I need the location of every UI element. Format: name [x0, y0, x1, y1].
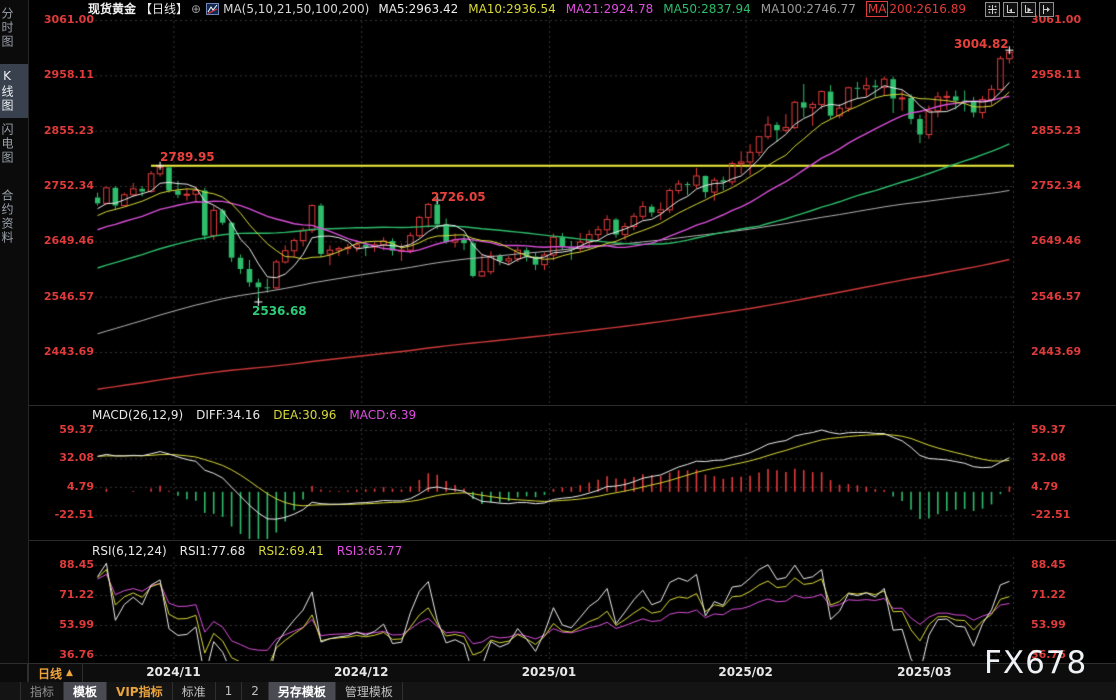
topbar: 现货黄金 【日线】 ⊕ MA(5,10,21,50,100,200) MA5:2… — [28, 0, 1116, 17]
tab-indicator[interactable]: 指标 — [20, 682, 64, 700]
month-label: 2025/01 — [514, 665, 584, 679]
macd-axis-label: 4.79 — [1031, 481, 1088, 493]
price-chart-canvas[interactable] — [0, 0, 1116, 700]
macd-axis-label: 32.08 — [1031, 452, 1088, 464]
panel-separator — [28, 540, 1116, 541]
rsi-formula: RSI(6,12,24) — [92, 544, 167, 558]
jump-latest-icon[interactable] — [1039, 2, 1054, 17]
mini-chart-icon[interactable] — [206, 3, 219, 15]
rsi-axis-label: 88.45 — [37, 559, 94, 571]
panel-separator — [28, 405, 1116, 406]
main-axis-label: 2546.57 — [1031, 291, 1088, 303]
rsi-axis-label: 53.99 — [37, 619, 94, 631]
triangle-up-icon: ▲ — [66, 668, 73, 678]
main-axis-label: 2443.69 — [1031, 346, 1088, 358]
macd-axis-label: -22.51 — [1031, 509, 1088, 521]
main-axis-label: 2752.34 — [37, 180, 94, 192]
ma-legend-item: MA5:2963.42 — [378, 2, 458, 16]
ma-legend-item: MA200:2616.89 — [866, 2, 976, 16]
trading-app: 分时图 K线图闪电图合约资料 现货黄金 【日线】 ⊕ MA(5,10,21,50,… — [0, 0, 1116, 700]
corner-cell — [0, 663, 28, 682]
tab-contract-info[interactable]: 合约资料 — [0, 184, 28, 250]
tab-manage-template[interactable]: 管理模板 — [336, 682, 403, 700]
add-indicator-icon[interactable]: ⊕ — [191, 2, 201, 16]
rsi1-value: RSI1:77.68 — [180, 544, 246, 558]
main-axis-label: 2855.23 — [1031, 125, 1088, 137]
macd-axis-label: 32.08 — [37, 452, 94, 464]
main-axis-label: 2752.34 — [1031, 180, 1088, 192]
macd-diff-value: DIFF:34.16 — [196, 408, 260, 422]
instrument-title: 现货黄金 — [88, 0, 136, 17]
tab-slot-1[interactable]: 1 — [216, 682, 243, 700]
period-label: 日线 — [38, 665, 62, 682]
macd-header: MACD(26,12,9) DIFF:34.16 DEA:30.96 MACD:… — [92, 408, 416, 422]
axis-range-icon[interactable] — [1003, 2, 1018, 17]
annotation-resistance-price: 2789.95 — [160, 150, 215, 164]
month-label: 2025/03 — [889, 665, 959, 679]
ma-legend-item: MA21:2924.78 — [566, 2, 654, 16]
ma200-drag-box[interactable]: MA — [866, 1, 889, 17]
macd-formula: MACD(26,12,9) — [92, 408, 183, 422]
main-axis-label: 2958.11 — [37, 69, 94, 81]
main-axis-label: 2649.46 — [1031, 235, 1088, 247]
ma-legend-item: MA10:2936.54 — [468, 2, 556, 16]
topbar-toolbar — [985, 2, 1054, 17]
tab-slot-2[interactable]: 2 — [242, 682, 269, 700]
rsi-axis-label: 53.99 — [1031, 619, 1088, 631]
rsi-axis-label: 71.22 — [1031, 589, 1088, 601]
tab-lightning-chart[interactable]: 闪电图 — [0, 118, 28, 170]
month-label: 2025/02 — [711, 665, 781, 679]
auto-scroll-icon[interactable] — [1021, 2, 1036, 17]
rsi-header: RSI(6,12,24) RSI1:77.68 RSI2:69.41 RSI3:… — [92, 544, 402, 558]
pan-move-icon[interactable] — [985, 2, 1000, 17]
rsi-axis-label: 71.22 — [37, 589, 94, 601]
tab-vip-indicator[interactable]: VIP指标 — [107, 682, 173, 700]
macd-axis-label: 59.37 — [37, 424, 94, 436]
main-axis-label: 2443.69 — [37, 346, 94, 358]
macd-macd-value: MACD:6.39 — [349, 408, 416, 422]
main-axis-label: 2649.46 — [37, 235, 94, 247]
month-label: 2024/11 — [138, 665, 208, 679]
ma-legend-item: MA50:2837.94 — [663, 2, 751, 16]
rsi-axis-label: 88.45 — [1031, 559, 1088, 571]
main-axis-label: 2546.57 — [37, 291, 94, 303]
ma-legend-text: 200:2616.89 — [889, 2, 966, 16]
tab-template[interactable]: 模板 — [64, 682, 107, 700]
tab-kline-chart[interactable]: K线图 — [0, 64, 28, 118]
bottom-tabbar: 指标模板VIP指标标准12另存模板管理模板 — [0, 682, 1116, 700]
macd-axis-label: 4.79 — [37, 481, 94, 493]
ma-legend: MA5:2963.42 MA10:2936.54 MA21:2924.78 MA50:… — [378, 2, 986, 16]
fx678-watermark: FX678 — [984, 645, 1087, 681]
rsi2-value: RSI2:69.41 — [258, 544, 324, 558]
macd-dea-value: DEA:30.96 — [273, 408, 336, 422]
annotation-dec-high-price: 2726.05 — [431, 190, 486, 204]
tab-standard[interactable]: 标准 — [173, 682, 216, 700]
rsi-axis-label: 36.76 — [37, 649, 94, 661]
time-axis-bar: 日线 ▲ 2024/11 2024/12 2025/01 2025/02 2025/03 — [0, 663, 1116, 684]
annotation-peak-price: 3004.82 — [954, 37, 1009, 51]
tab-save-template[interactable]: 另存模板 — [269, 682, 336, 700]
month-label: 2024/12 — [326, 665, 396, 679]
macd-axis-label: 59.37 — [1031, 424, 1088, 436]
annotation-nov-low-price: 2536.68 — [252, 304, 307, 318]
ma-legend-item: MA100:2746.77 — [761, 2, 856, 16]
macd-axis-label: -22.51 — [37, 509, 94, 521]
period-selector[interactable]: 日线 ▲ — [28, 664, 83, 682]
tab-time-chart[interactable]: 分时图 — [0, 2, 28, 54]
ma-formula-label: MA(5,10,21,50,100,200) — [223, 2, 369, 16]
sidebar: 分时图 K线图闪电图合约资料 — [0, 0, 29, 663]
main-axis-label: 2855.23 — [37, 125, 94, 137]
main-axis-label: 2958.11 — [1031, 69, 1088, 81]
period-tag[interactable]: 【日线】 — [140, 0, 188, 17]
rsi3-value: RSI3:65.77 — [337, 544, 403, 558]
